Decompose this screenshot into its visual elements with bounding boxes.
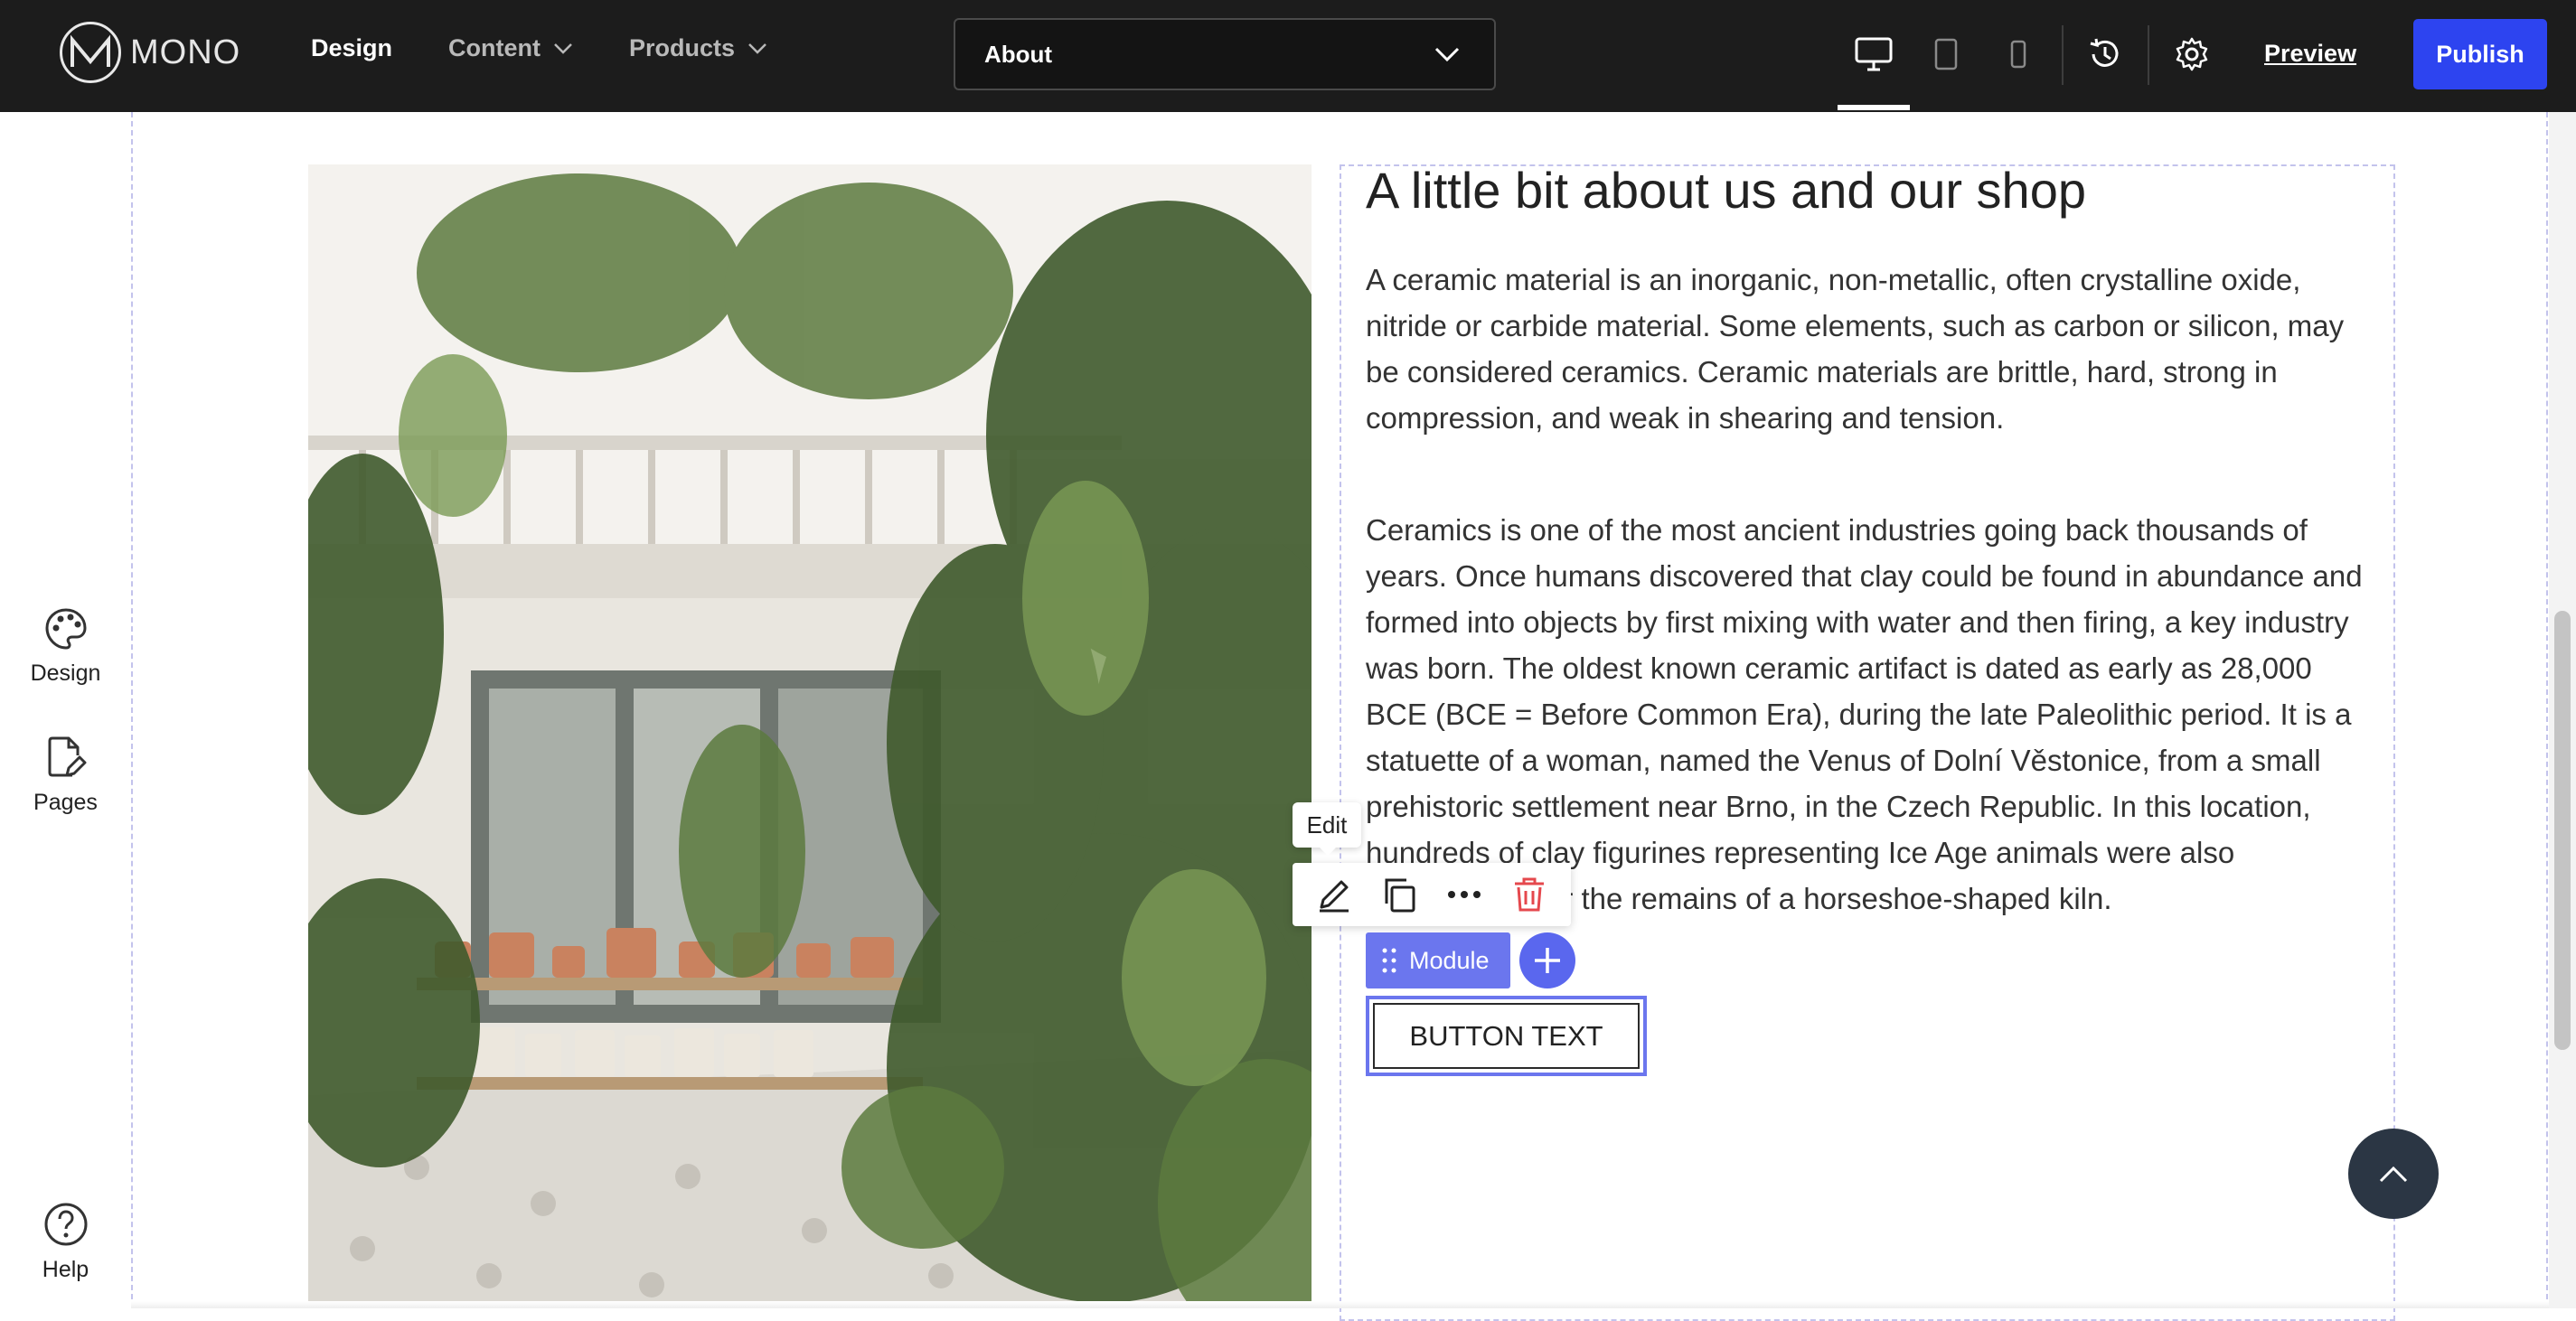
duplicate-icon bbox=[1385, 878, 1415, 913]
sidebar-item-label: Design bbox=[30, 660, 101, 686]
nav-content-label: Content bbox=[448, 34, 541, 61]
desktop-icon bbox=[1855, 37, 1893, 71]
page-heading[interactable]: A little bit about us and our shop bbox=[1366, 161, 2086, 220]
shop-photo[interactable] bbox=[308, 164, 1312, 1308]
nav-content[interactable]: Content bbox=[448, 34, 573, 62]
sidebar-item-help[interactable]: Help bbox=[0, 1201, 131, 1283]
scrollbar-thumb[interactable] bbox=[2554, 611, 2571, 1050]
arrow-up-icon bbox=[2379, 1166, 2408, 1183]
delete-button[interactable] bbox=[1503, 868, 1556, 921]
desktop-view-button[interactable] bbox=[1847, 27, 1901, 81]
brand-logo[interactable]: MONO bbox=[60, 22, 240, 83]
module-toolbar bbox=[1293, 863, 1571, 926]
paragraph-history[interactable]: Ceramics is one of the most ancient indu… bbox=[1366, 507, 2378, 922]
duplicate-button[interactable] bbox=[1373, 868, 1425, 921]
sidebar-item-label: Help bbox=[42, 1257, 89, 1282]
trash-icon bbox=[1515, 877, 1544, 912]
sidebar-item-label: Pages bbox=[33, 790, 98, 815]
top-bar: MONO Design Content Products About Previ… bbox=[0, 0, 2576, 112]
toolbar-separator bbox=[2062, 25, 2064, 85]
settings-button[interactable] bbox=[2165, 27, 2219, 81]
sidebar-item-design[interactable]: Design bbox=[0, 606, 131, 687]
publish-button[interactable]: Publish bbox=[2413, 19, 2547, 89]
add-module-button[interactable] bbox=[1519, 932, 1575, 988]
palette-icon bbox=[44, 608, 87, 650]
tablet-view-button[interactable] bbox=[1919, 27, 1973, 81]
left-rail: Design Pages Help bbox=[0, 112, 131, 1308]
page-select-value: About bbox=[984, 40, 1053, 68]
plant-shop-interior-photo bbox=[308, 164, 1312, 1308]
history-icon bbox=[2090, 38, 2119, 67]
sidebar-item-pages[interactable]: Pages bbox=[0, 735, 131, 816]
logo-mark-icon bbox=[60, 22, 121, 83]
preview-link[interactable]: Preview bbox=[2264, 40, 2356, 68]
page-edit-icon bbox=[48, 736, 86, 777]
tablet-icon bbox=[1934, 38, 1958, 70]
drag-handle-icon bbox=[1382, 948, 1396, 973]
canvas-guide-right bbox=[2546, 112, 2548, 1308]
brand-name: MONO bbox=[130, 33, 241, 71]
chevron-down-icon bbox=[1434, 47, 1460, 62]
more-options-button[interactable] bbox=[1438, 868, 1490, 921]
mobile-view-button[interactable] bbox=[1991, 27, 2045, 81]
paragraph-intro[interactable]: A ceramic material is an inorganic, non-… bbox=[1366, 257, 2378, 441]
page-select[interactable]: About bbox=[954, 18, 1496, 90]
plus-icon bbox=[1535, 948, 1560, 973]
nav-products[interactable]: Products bbox=[629, 34, 767, 62]
cta-button[interactable]: BUTTON TEXT bbox=[1373, 1003, 1640, 1069]
help-icon bbox=[44, 1203, 87, 1246]
history-button[interactable] bbox=[2078, 27, 2132, 81]
scroll-to-top-button[interactable] bbox=[2348, 1129, 2439, 1219]
active-device-indicator bbox=[1838, 105, 1910, 110]
nav-design-label: Design bbox=[311, 34, 393, 61]
main-nav: Design Content Products bbox=[311, 34, 767, 62]
chevron-down-icon bbox=[748, 42, 766, 54]
nav-products-label: Products bbox=[629, 34, 736, 61]
canvas-bottom-edge bbox=[131, 1301, 2549, 1308]
edit-button[interactable] bbox=[1308, 868, 1360, 921]
selected-module-outline: BUTTON TEXT bbox=[1366, 996, 1647, 1076]
chevron-down-icon bbox=[554, 42, 572, 54]
pencil-icon bbox=[1320, 880, 1349, 913]
gear-icon bbox=[2176, 37, 2208, 71]
module-label: Module bbox=[1409, 946, 1490, 974]
module-handle[interactable]: Module bbox=[1366, 932, 1510, 988]
mobile-icon bbox=[2010, 40, 2026, 69]
toolbar-separator bbox=[2148, 25, 2149, 85]
nav-design[interactable]: Design bbox=[311, 34, 392, 62]
more-icon bbox=[1448, 891, 1481, 898]
canvas-guide-left bbox=[131, 112, 133, 1308]
edit-tooltip: Edit bbox=[1293, 802, 1361, 856]
